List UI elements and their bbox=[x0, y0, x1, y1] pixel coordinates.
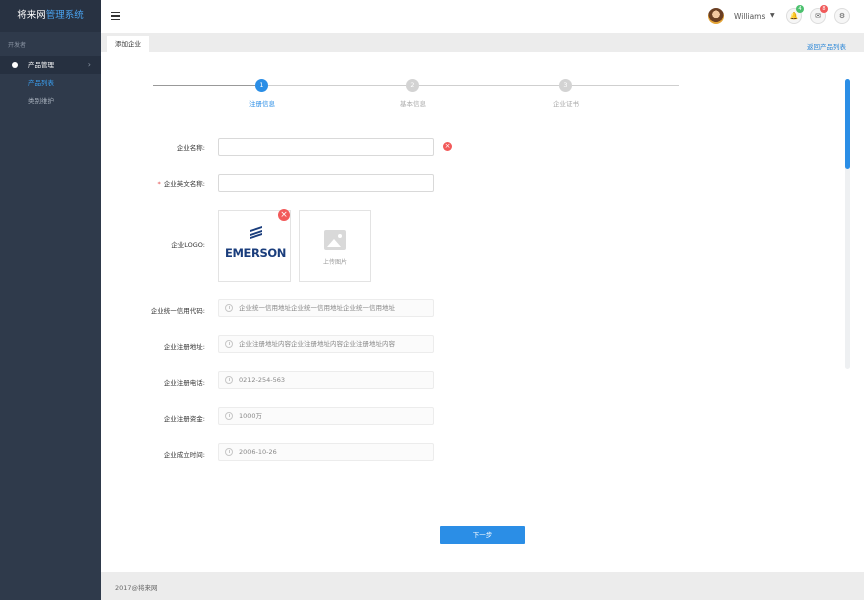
top-bar: Williams ▼ 🔔 4 ✉ 8 ⚙ bbox=[101, 0, 864, 33]
next-step-button[interactable]: 下一步 bbox=[440, 526, 525, 544]
footer: 2017@将来网 bbox=[101, 572, 864, 600]
reg-phone-value: 0212-254-563 bbox=[239, 376, 286, 384]
gear-icon: ⚙ bbox=[838, 12, 846, 20]
sidebar: 将来网管理系统 开发者 产品管理 › 产品列表 类别维护 bbox=[0, 0, 101, 600]
tab-bar: 添加企业 返回产品列表 bbox=[101, 33, 864, 52]
clock-icon bbox=[225, 448, 233, 456]
founded-date-label: 企业成立时间: bbox=[163, 451, 205, 459]
step-1-label: 注册信息 bbox=[249, 100, 275, 108]
bullet-icon bbox=[12, 62, 18, 68]
main-panel: 1 2 3 注册信息 基本信息 企业证书 企业名称: × * 企业英文名称: 企业… bbox=[101, 52, 864, 572]
required-asterisk: * bbox=[157, 180, 161, 188]
settings-button[interactable]: ⚙ bbox=[834, 8, 850, 24]
founded-date-value: 2006-10-26 bbox=[239, 448, 277, 456]
sidebar-subitem-product-list[interactable]: 产品列表 bbox=[0, 74, 101, 92]
sidebar-item-label: 产品管理 bbox=[28, 61, 54, 69]
reg-capital-field[interactable]: 1000万 bbox=[218, 407, 434, 425]
reg-phone-field[interactable]: 0212-254-563 bbox=[218, 371, 434, 389]
upload-image-button[interactable]: 上传图片 bbox=[299, 210, 371, 282]
bell-icon: 🔔 bbox=[789, 12, 799, 20]
mail-icon: ✉ bbox=[815, 12, 821, 20]
reg-address-field[interactable]: 企业注册地址内容企业注册地址内容企业注册地址内容 bbox=[218, 335, 434, 353]
clock-icon bbox=[225, 340, 233, 348]
username[interactable]: Williams bbox=[734, 12, 765, 21]
brand-logo[interactable]: 将来网管理系统 bbox=[0, 0, 101, 32]
reg-address-value: 企业注册地址内容企业注册地址内容企业注册地址内容 bbox=[239, 340, 395, 348]
sidebar-item-product-management[interactable]: 产品管理 › bbox=[0, 56, 101, 74]
company-name-label: 企业名称: bbox=[176, 144, 205, 152]
clock-icon bbox=[225, 412, 233, 420]
brand-highlight: 管理系统 bbox=[45, 10, 84, 21]
step-line bbox=[419, 85, 559, 86]
chevron-right-icon: › bbox=[87, 60, 91, 69]
logo-text: EMERSON bbox=[225, 246, 286, 260]
reg-capital-value: 1000万 bbox=[239, 412, 263, 420]
sidebar-group-title: 开发者 bbox=[8, 42, 27, 49]
notification-badge: 4 bbox=[796, 5, 804, 13]
image-icon bbox=[324, 230, 346, 250]
clock-icon bbox=[225, 376, 233, 384]
credit-code-value: 企业统一信用地址企业统一信用地址企业统一信用地址 bbox=[239, 304, 395, 312]
credit-code-label: 企业统一信用代码: bbox=[150, 307, 205, 315]
tab-add-company[interactable]: 添加企业 bbox=[107, 36, 149, 52]
step-3-label: 企业证书 bbox=[553, 100, 579, 108]
emerson-mark-icon bbox=[250, 226, 262, 242]
back-to-product-list-link[interactable]: 返回产品列表 bbox=[807, 41, 846, 51]
error-close-icon[interactable]: × bbox=[443, 142, 452, 151]
step-2-circle: 2 bbox=[406, 79, 419, 92]
reg-address-label: 企业注册地址: bbox=[163, 343, 205, 351]
remove-logo-icon[interactable]: × bbox=[278, 209, 290, 221]
logo-label: 企业LOGO: bbox=[171, 241, 205, 249]
upload-image-label: 上传图片 bbox=[322, 259, 347, 266]
english-name-label: 企业英文名称: bbox=[163, 180, 205, 188]
copyright-text: 2017@将来网 bbox=[115, 584, 158, 592]
scrollbar-thumb[interactable] bbox=[845, 79, 850, 169]
scrollbar[interactable] bbox=[845, 79, 850, 369]
english-name-input[interactable] bbox=[218, 174, 434, 192]
avatar[interactable] bbox=[708, 8, 724, 24]
user-dropdown-caret-icon[interactable]: ▼ bbox=[770, 12, 775, 19]
step-1-circle: 1 bbox=[255, 79, 268, 92]
founded-date-field[interactable]: 2006-10-26 bbox=[218, 443, 434, 461]
step-line bbox=[268, 85, 406, 86]
step-line bbox=[153, 85, 255, 86]
step-line bbox=[572, 85, 679, 86]
reg-phone-label: 企业注册电话: bbox=[163, 379, 205, 387]
reg-capital-label: 企业注册资金: bbox=[163, 415, 205, 423]
english-name-label-wrap: * 企业英文名称: bbox=[101, 178, 205, 188]
company-name-input[interactable] bbox=[218, 138, 434, 156]
brand-main: 将来网 bbox=[17, 10, 46, 21]
clock-icon bbox=[225, 304, 233, 312]
step-2-label: 基本信息 bbox=[400, 100, 426, 108]
logo-preview[interactable]: EMERSON bbox=[218, 210, 291, 282]
sidebar-subitem-category-maintenance[interactable]: 类别维护 bbox=[0, 92, 101, 110]
step-3-circle: 3 bbox=[559, 79, 572, 92]
mail-badge: 8 bbox=[820, 5, 828, 13]
credit-code-field[interactable]: 企业统一信用地址企业统一信用地址企业统一信用地址 bbox=[218, 299, 434, 317]
mail-button[interactable]: ✉ 8 bbox=[810, 5, 828, 24]
notification-button[interactable]: 🔔 4 bbox=[786, 5, 804, 24]
menu-toggle-icon[interactable] bbox=[111, 12, 120, 20]
